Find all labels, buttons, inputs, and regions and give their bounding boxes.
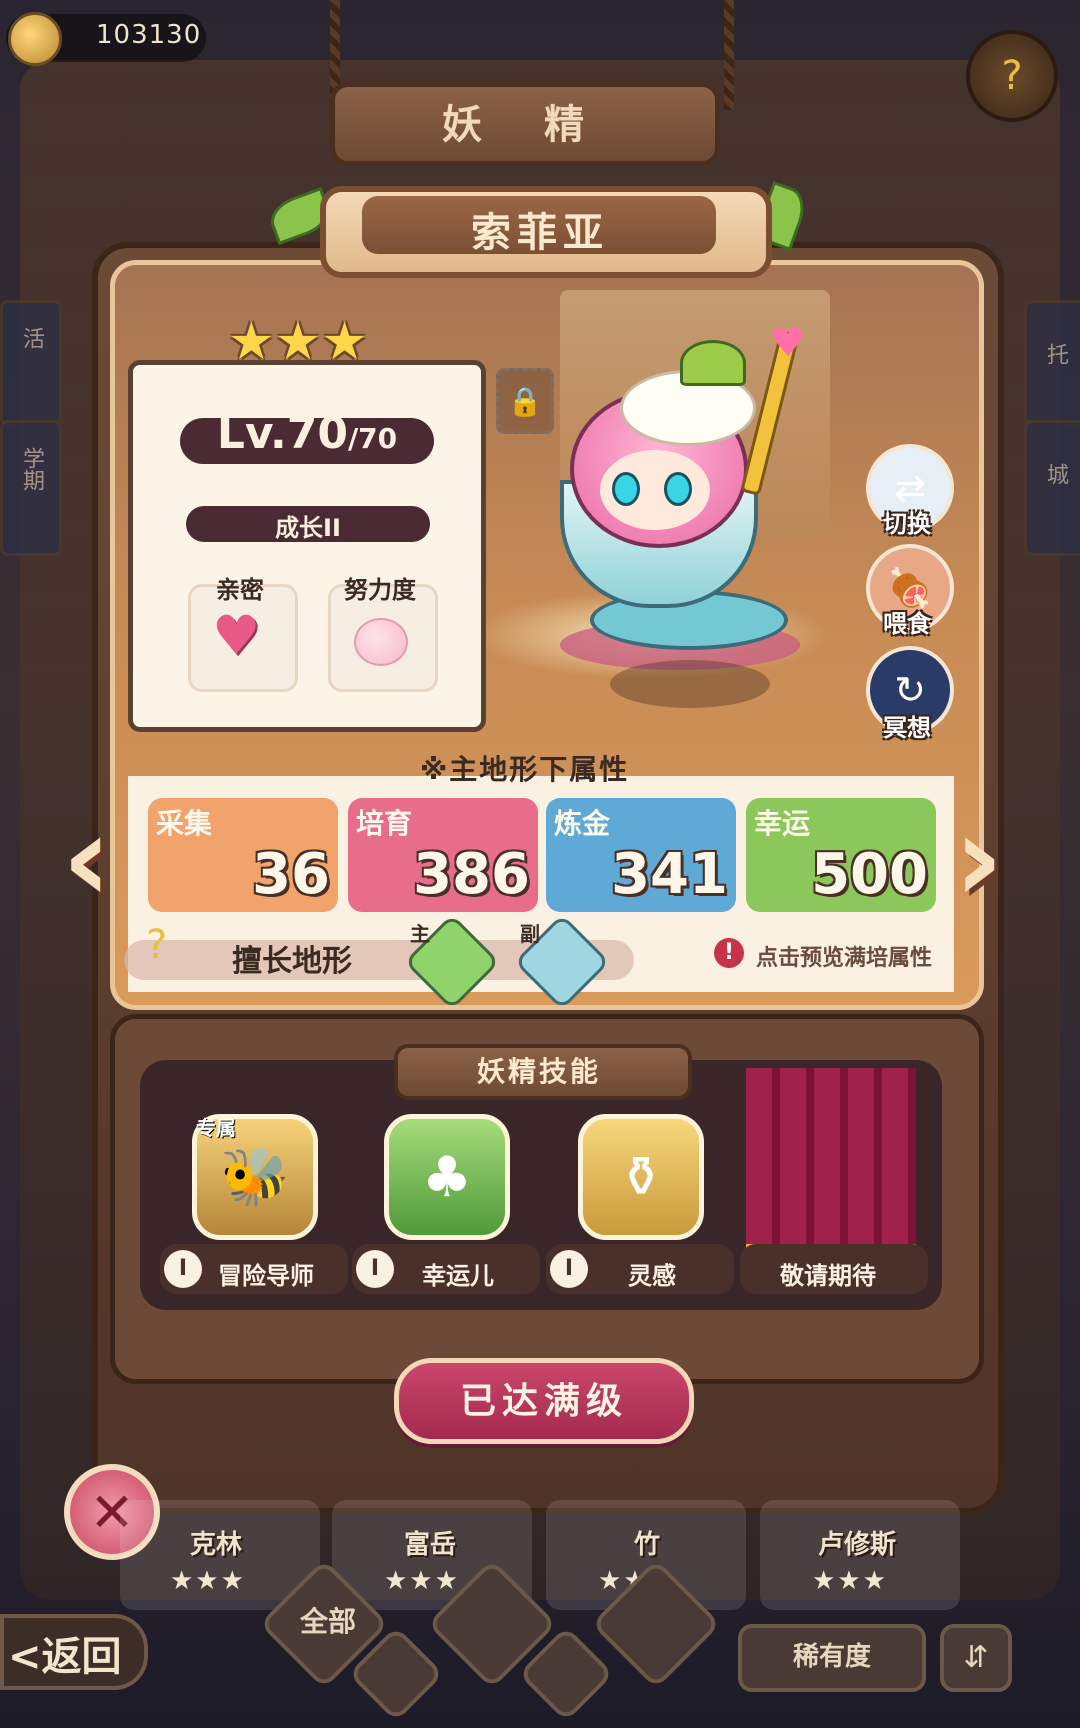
attr-value: 341: [611, 842, 728, 907]
skill-name: 冒险导师: [218, 1262, 314, 1290]
side-tab-label: 城: [1043, 463, 1068, 485]
side-tab-label: 学期: [19, 447, 44, 491]
attr-card-alchemy[interactable]: 炼金 341: [546, 798, 736, 912]
fairy-slot-name: 卢修斯: [818, 1530, 897, 1560]
effort-label: 努力度: [344, 576, 416, 604]
skill-name: 敬请期待: [780, 1262, 876, 1290]
sprout-icon: [680, 340, 746, 386]
level-value: Lv.70: [216, 408, 348, 459]
page-title: 妖 精: [442, 102, 608, 148]
help-sprout-icon[interactable]: ?: [966, 30, 1058, 122]
fairy-eye: [612, 472, 640, 506]
attr-card-nurture[interactable]: 培育 386: [348, 798, 538, 912]
back-label: <返回: [8, 1634, 122, 1680]
skill-name: 灵感: [628, 1262, 676, 1290]
alert-icon: !: [714, 938, 744, 968]
attributes-title: ※主地形下属性: [420, 753, 630, 786]
preview-max-link[interactable]: 点击预览满培属性: [756, 940, 932, 972]
terrain-main-tag: 主: [410, 922, 430, 946]
fairy-slot-name: 竹: [634, 1530, 661, 1560]
terrain-label: 擅长地形: [232, 944, 352, 979]
attr-value: 386: [413, 842, 530, 907]
star-rating: ★★★: [228, 312, 368, 372]
star-icon: ★: [274, 312, 322, 372]
pot-icon[interactable]: ⚱: [578, 1114, 704, 1240]
heart-icon: ♥: [770, 320, 806, 366]
clover-icon[interactable]: ♣: [384, 1114, 510, 1240]
side-tab-right-1[interactable]: 托: [1024, 300, 1080, 426]
level-max: /70: [347, 422, 398, 455]
skill-level-badge: I: [356, 1250, 394, 1288]
star-rating: ★★★: [384, 1566, 460, 1596]
coin-icon: [8, 12, 62, 66]
side-tab-label: 托: [1043, 343, 1068, 365]
heart-icon: ♥: [212, 604, 261, 667]
attr-card-luck[interactable]: 幸运 500: [746, 798, 936, 912]
rarity-label: 稀有度: [792, 1642, 871, 1672]
growth-stage: 成长II: [275, 514, 341, 542]
lock-icon[interactable]: 🔒: [496, 368, 554, 434]
fairy-shadow: [610, 660, 770, 708]
side-tab-label: 活: [19, 327, 44, 349]
star-rating: ★★★: [170, 1566, 246, 1596]
skill-level-badge: I: [550, 1250, 588, 1288]
star-icon: ★: [228, 312, 275, 372]
next-arrow-icon[interactable]: ›: [954, 790, 1003, 929]
switch-label: 切换: [883, 510, 931, 538]
filter-all-label: 全部: [300, 1605, 357, 1638]
feed-label: 喂食: [883, 610, 931, 638]
attr-value: 500: [811, 842, 928, 907]
help-sprout-icon[interactable]: ?: [146, 922, 167, 968]
terrain-sub-tag: 副: [520, 922, 540, 946]
level-display: Lv.70/70: [180, 408, 434, 459]
fairy-slot-name: 克林: [190, 1530, 243, 1560]
side-tab-right-2[interactable]: 城: [1024, 420, 1080, 556]
meditate-label: 冥想: [883, 714, 931, 742]
max-level-label: 已达满级: [459, 1381, 628, 1422]
skill-level-badge: I: [164, 1250, 202, 1288]
star-rating: ★★★: [812, 1566, 888, 1596]
currency-amount: 103130: [96, 20, 202, 50]
fairy-eye: [664, 472, 692, 506]
side-tab-left-2[interactable]: 学期: [0, 420, 62, 556]
intimacy-label: 亲密: [216, 576, 264, 604]
attr-card-gather[interactable]: 采集 36: [148, 798, 338, 912]
side-tab-left-1[interactable]: 活: [0, 300, 62, 426]
attr-name: 培育: [356, 807, 413, 840]
prev-arrow-icon[interactable]: ‹: [62, 790, 111, 929]
sort-order-icon[interactable]: ⇵: [940, 1624, 1012, 1692]
attr-name: 采集: [156, 807, 213, 840]
exclusive-tag: 专属: [196, 1116, 236, 1140]
rope-decoration: [724, 0, 734, 110]
curtain-icon: [746, 1068, 916, 1254]
skills-title: 妖精技能: [476, 1055, 601, 1088]
attr-name: 炼金: [554, 807, 611, 840]
star-icon: ★: [321, 312, 368, 372]
effort-face-icon: [354, 618, 408, 666]
attr-value: 36: [252, 842, 330, 907]
fairy-slot-name: 富岳: [404, 1530, 457, 1560]
fairy-name: 索菲亚: [471, 210, 609, 256]
attr-name: 幸运: [754, 807, 811, 840]
skill-name: 幸运儿: [422, 1262, 494, 1290]
